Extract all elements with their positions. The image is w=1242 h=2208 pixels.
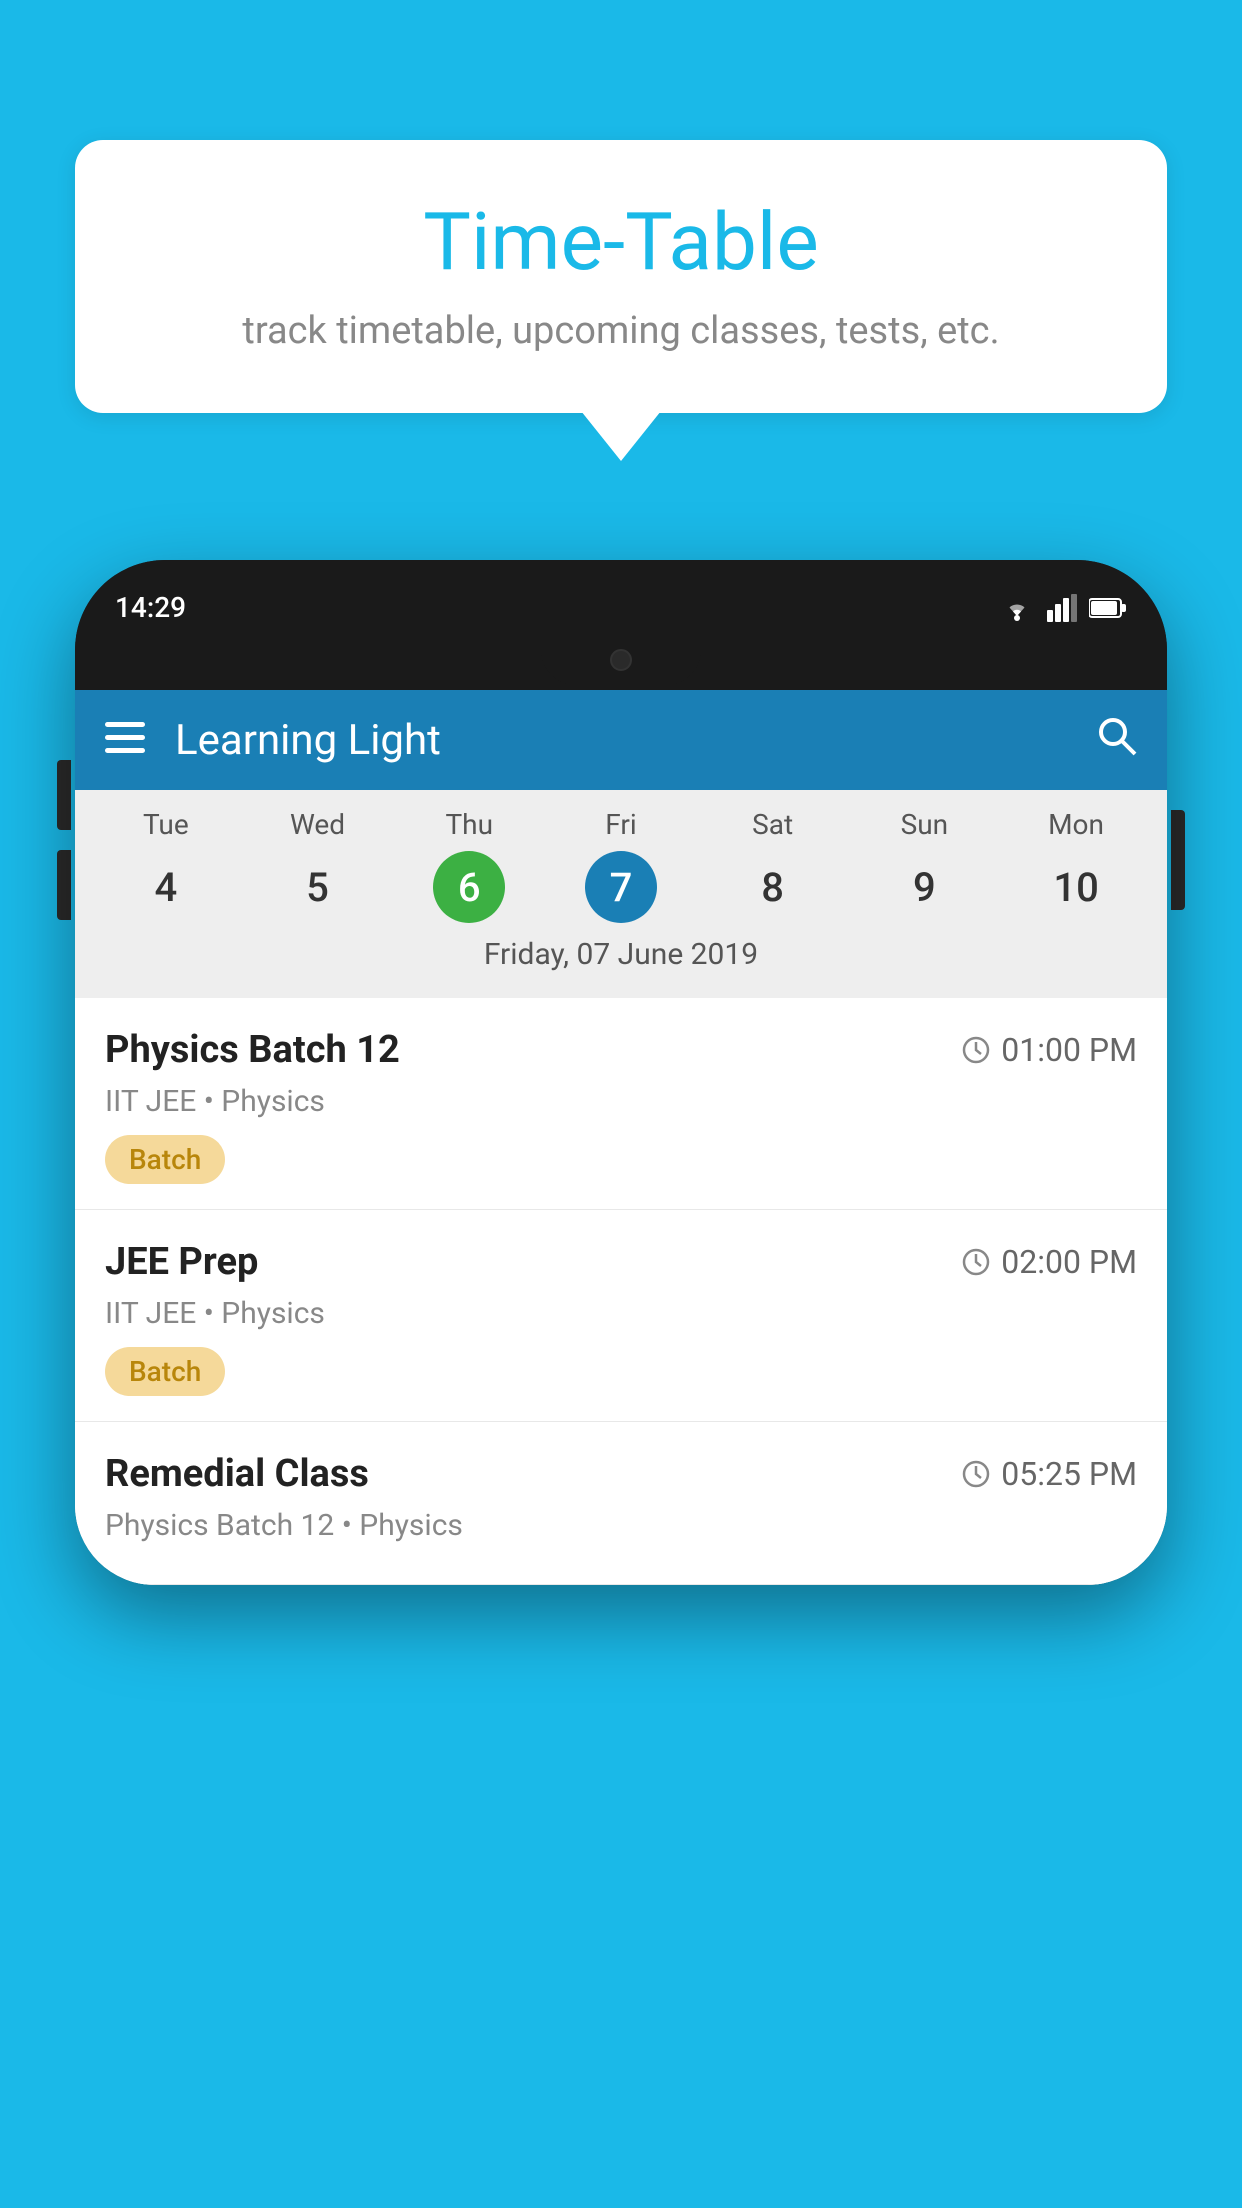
calendar-day-10[interactable]: Mon 10 (1011, 808, 1141, 923)
day-number[interactable]: 8 (737, 851, 809, 923)
schedule-item-time: 05:25 PM (961, 1455, 1137, 1493)
wifi-icon (999, 594, 1035, 622)
calendar-strip: Tue 4 Wed 5 Thu 6 Fri 7 Sat 8 Sun 9 Mon 10 Friday, 07… (75, 790, 1167, 998)
day-number[interactable]: 4 (130, 851, 202, 923)
day-name: Sun (901, 808, 949, 841)
schedule-item-time: 02:00 PM (961, 1243, 1137, 1281)
calendar-day-8[interactable]: Sat 8 (708, 808, 838, 923)
schedule-item-header: Remedial Class 05:25 PM (105, 1452, 1137, 1496)
speech-bubble-container: Time-Table track timetable, upcoming cla… (75, 140, 1167, 413)
day-number[interactable]: 6 (433, 851, 505, 923)
selected-date-label: Friday, 07 June 2019 (75, 923, 1167, 990)
phone-screen: Tue 4 Wed 5 Thu 6 Fri 7 Sat 8 Sun 9 Mon 10 Friday, 07… (75, 790, 1167, 1585)
calendar-day-9[interactable]: Sun 9 (859, 808, 989, 923)
schedule-item-header: JEE Prep 02:00 PM (105, 1240, 1137, 1284)
day-name: Fri (605, 808, 636, 841)
phone-frame-outer: 14:29 (75, 560, 1167, 1585)
app-toolbar: Learning Light (75, 690, 1167, 790)
schedule-item-title: Remedial Class (105, 1452, 369, 1496)
day-name: Sat (752, 808, 793, 841)
bubble-title: Time-Table (135, 195, 1107, 289)
schedule-item-meta: IIT JEE • Physics (105, 1084, 1137, 1119)
schedule-item-0[interactable]: Physics Batch 12 01:00 PM IIT JEE • Phys… (75, 998, 1167, 1210)
day-name: Wed (290, 808, 345, 841)
day-number[interactable]: 7 (585, 851, 657, 923)
day-name: Tue (143, 808, 189, 841)
clock-icon (961, 1247, 991, 1277)
camera-dot (610, 649, 632, 671)
schedule-item-meta: IIT JEE • Physics (105, 1296, 1137, 1331)
bubble-subtitle: track timetable, upcoming classes, tests… (135, 309, 1107, 353)
volume-up-button[interactable] (57, 760, 71, 830)
batch-badge: Batch (105, 1347, 225, 1396)
calendar-day-4[interactable]: Tue 4 (101, 808, 231, 923)
schedule-item-title: JEE Prep (105, 1240, 258, 1284)
calendar-day-6[interactable]: Thu 6 (404, 808, 534, 923)
search-icon[interactable] (1095, 714, 1137, 767)
schedule-list: Physics Batch 12 01:00 PM IIT JEE • Phys… (75, 998, 1167, 1585)
schedule-item-title: Physics Batch 12 (105, 1028, 400, 1072)
schedule-item-time: 01:00 PM (961, 1031, 1137, 1069)
signal-icon (1047, 594, 1077, 622)
phone-top-strip: 14:29 (75, 560, 1167, 635)
status-time: 14:29 (115, 591, 186, 624)
days-row: Tue 4 Wed 5 Thu 6 Fri 7 Sat 8 Sun 9 Mon 10 (75, 808, 1167, 923)
day-number[interactable]: 10 (1040, 851, 1112, 923)
calendar-day-7[interactable]: Fri 7 (556, 808, 686, 923)
battery-icon (1089, 597, 1127, 619)
clock-icon (961, 1035, 991, 1065)
day-name: Thu (445, 808, 493, 841)
schedule-item-meta: Physics Batch 12 • Physics (105, 1508, 1137, 1543)
day-name: Mon (1048, 808, 1104, 841)
phone-frame: 14:29 (75, 560, 1167, 1585)
volume-down-button[interactable] (57, 850, 71, 920)
schedule-item-header: Physics Batch 12 01:00 PM (105, 1028, 1137, 1072)
speech-bubble: Time-Table track timetable, upcoming cla… (75, 140, 1167, 413)
batch-badge: Batch (105, 1135, 225, 1184)
clock-icon (961, 1459, 991, 1489)
calendar-day-5[interactable]: Wed 5 (253, 808, 383, 923)
hamburger-menu-icon[interactable] (105, 716, 145, 765)
app-title: Learning Light (175, 716, 1095, 765)
notch-cutout (541, 635, 701, 685)
power-button[interactable] (1171, 810, 1185, 910)
day-number[interactable]: 5 (282, 851, 354, 923)
phone-container: 14:29 (75, 560, 1167, 2208)
status-icons (999, 594, 1127, 622)
schedule-item-1[interactable]: JEE Prep 02:00 PM IIT JEE • Physics Batc… (75, 1210, 1167, 1422)
schedule-item-2[interactable]: Remedial Class 05:25 PM Physics Batch 12… (75, 1422, 1167, 1585)
day-number[interactable]: 9 (888, 851, 960, 923)
notch-area (75, 635, 1167, 690)
